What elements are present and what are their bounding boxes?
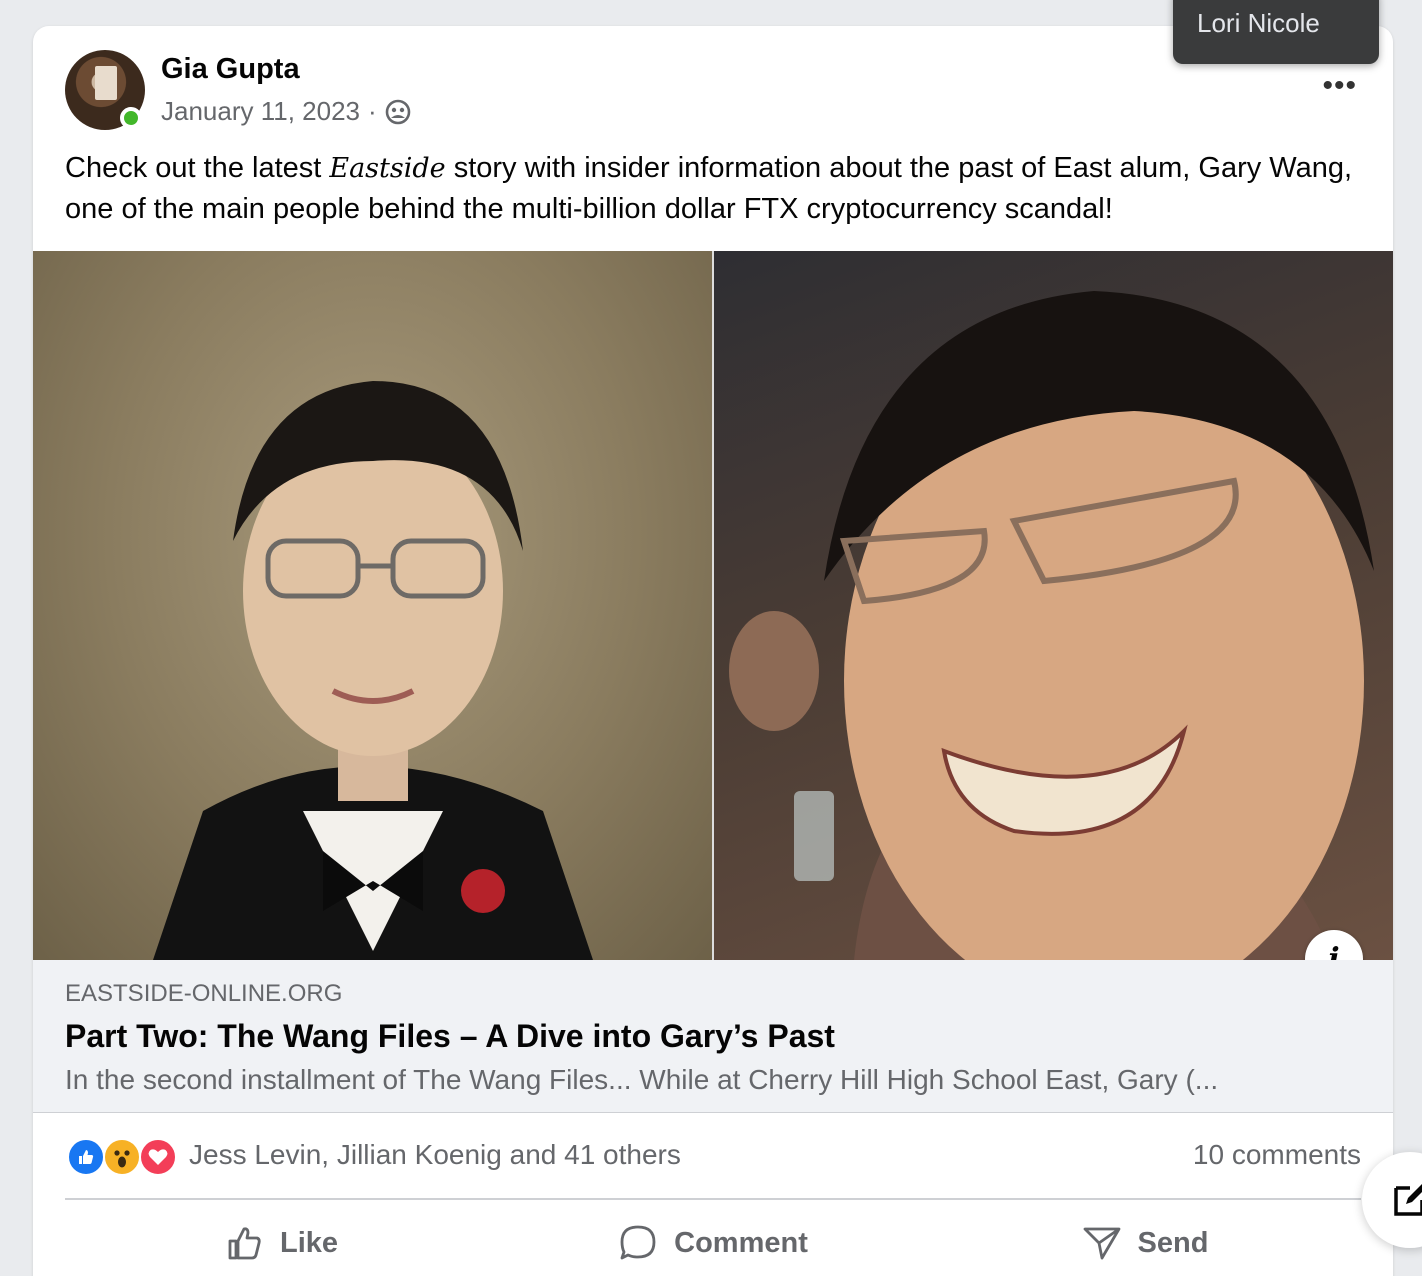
photo-right-portrait: [714, 251, 1393, 960]
post-date[interactable]: January 11, 2023: [161, 96, 360, 127]
link-domain: EASTSIDE-ONLINE.ORG: [65, 980, 343, 1007]
page: Gia Gupta January 11, 2023 · ••• Check o…: [0, 0, 1422, 1276]
reactions-summary: Jess Levin, Jillian Koenig and 41 others…: [65, 1136, 1361, 1178]
actions-divider: [65, 1198, 1361, 1200]
send-label: Send: [1137, 1226, 1209, 1259]
wow-reaction-icon: [103, 1138, 141, 1176]
send-icon: [1083, 1227, 1120, 1260]
portrait-illustration-left: [153, 381, 593, 960]
comment-button[interactable]: Comment: [497, 1208, 929, 1276]
like-reaction-icon: [67, 1138, 105, 1176]
caption-text-start: Check out the latest: [65, 152, 330, 184]
link-preview[interactable]: EASTSIDE-ONLINE.ORG Part Two: The Wang F…: [33, 960, 1393, 1113]
love-reaction-icon: [139, 1138, 177, 1176]
online-status-dot: [120, 107, 142, 129]
link-title[interactable]: Part Two: The Wang Files – A Dive into G…: [65, 1018, 835, 1055]
reaction-icons[interactable]: [67, 1138, 179, 1176]
link-description: In the second installment of The Wang Fi…: [65, 1064, 1219, 1095]
like-label: Like: [279, 1226, 339, 1259]
thumbs-up-icon: [228, 1227, 261, 1260]
friends-icon: [385, 99, 410, 124]
post-caption: Check out the latest Eastside story with…: [65, 148, 1355, 229]
comment-bubble-icon: [620, 1225, 656, 1260]
photo-left-portrait: [33, 251, 712, 960]
caption-publication: Eastside: [329, 153, 446, 184]
compose-icon: [1394, 1184, 1422, 1216]
avatar-photo-detail: [95, 66, 117, 100]
more-horizontal-icon[interactable]: •••: [1322, 71, 1357, 101]
send-button[interactable]: Send: [929, 1208, 1361, 1276]
like-button[interactable]: Like: [65, 1208, 497, 1276]
portrait-illustration-right: [729, 291, 1374, 960]
tooltip-text: Lori Nicole: [1197, 8, 1320, 38]
comment-label: Comment: [674, 1226, 808, 1259]
author-name[interactable]: Gia Gupta: [161, 53, 300, 86]
comments-count[interactable]: 10 comments: [1193, 1139, 1361, 1171]
post-meta: January 11, 2023 ·: [161, 96, 411, 127]
feed-post: Gia Gupta January 11, 2023 · ••• Check o…: [33, 26, 1393, 1276]
reactors-text[interactable]: Jess Levin, Jillian Koenig and 41 others: [189, 1139, 681, 1171]
reactor-tooltip: Lori Nicole: [1173, 0, 1379, 64]
link-preview-image[interactable]: [33, 251, 1393, 960]
post-actions: Like Comment Send: [65, 1208, 1361, 1276]
meta-separator: ·: [368, 96, 377, 126]
